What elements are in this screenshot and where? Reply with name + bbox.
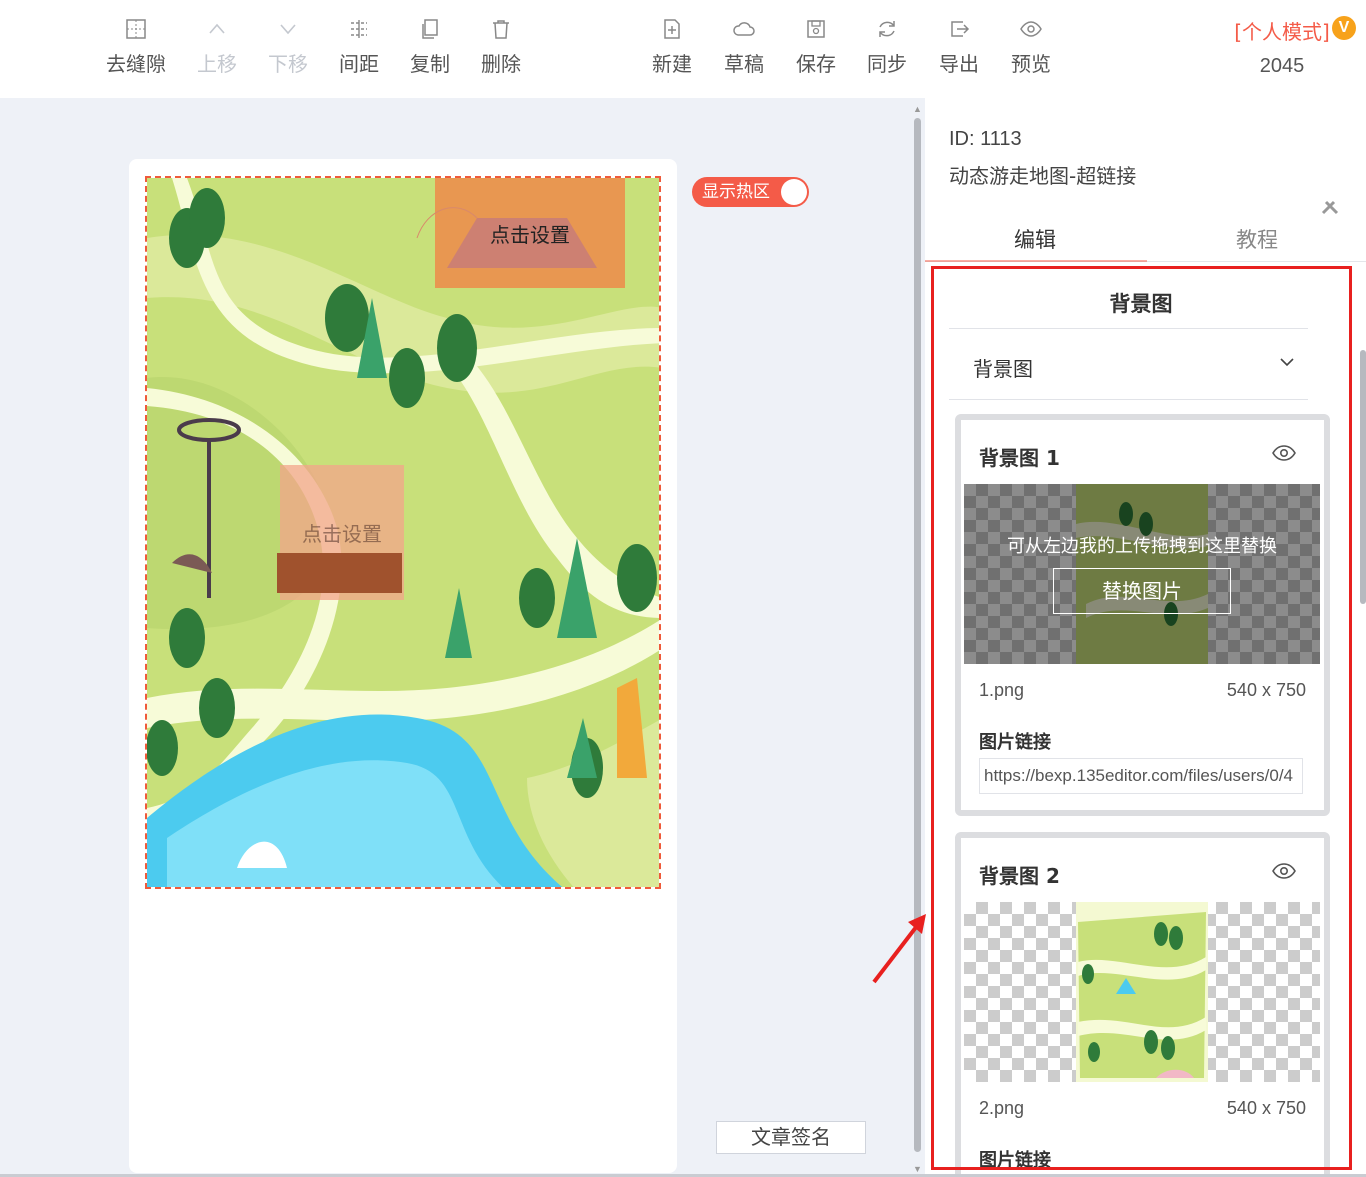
scroll-down-arrow[interactable]: ▼ — [913, 1164, 922, 1174]
spacing-button[interactable]: 间距 — [323, 16, 395, 82]
image-link-input[interactable]: https://bexp.135editor.com/files/users/0… — [979, 758, 1303, 794]
hotspot-1[interactable]: 点击设置 — [435, 178, 625, 288]
count-value: 2045 — [1259, 55, 1305, 77]
spacing-icon — [348, 16, 370, 42]
file-name: 1.png — [979, 680, 1025, 700]
card-title: 背景图 2 — [979, 864, 1060, 888]
draft-label: 草稿 — [724, 52, 764, 76]
draft-button[interactable]: 草稿 — [708, 16, 780, 82]
thumbnail-image — [1076, 902, 1208, 1082]
save-icon — [805, 16, 827, 42]
copy-icon — [419, 16, 441, 42]
trash-icon — [490, 16, 512, 42]
file-name: 2.png — [979, 1098, 1025, 1118]
save-label: 保存 — [796, 52, 836, 76]
cloud-icon — [732, 16, 756, 42]
spacing-label: 间距 — [339, 52, 379, 76]
move-down-label: 下移 — [268, 52, 308, 76]
image-thumbnail[interactable] — [964, 902, 1320, 1082]
tab-tutorial[interactable]: 教程 — [1147, 224, 1366, 254]
vip-badge: V — [1332, 16, 1356, 40]
eye-icon[interactable] — [1272, 444, 1296, 467]
mode-indicator[interactable]: [个人模式] V 2045 — [1222, 16, 1356, 78]
export-label: 导出 — [939, 52, 979, 76]
image-size: 540 x 750 — [1226, 1098, 1306, 1118]
top-toolbar: 去缝隙 上移 下移 间距 复制 删除 新建 草稿 保存 同步 导出 预览 [个人… — [0, 0, 1366, 98]
active-tab-underline — [925, 260, 1147, 262]
tab-edit[interactable]: 编辑 — [925, 224, 1145, 254]
panel-tabs: 编辑 教程 — [925, 218, 1366, 262]
template-id: ID: 1113 — [949, 128, 1022, 150]
section-title: 背景图 — [1109, 292, 1173, 316]
panel-scrollbar[interactable] — [1360, 262, 1366, 1172]
replace-image-button[interactable]: 替换图片 — [1053, 568, 1231, 614]
dropdown-label: 背景图 — [973, 357, 1033, 381]
image-link-label: 图片链接 — [979, 1150, 1051, 1171]
new-label: 新建 — [652, 52, 692, 76]
settings-panel: ID: 1113 动态游走地图-超链接 编辑 教程 背景图 背景图 背景图 1 — [925, 98, 1366, 1177]
background-card-1: 背景图 1 可从左边我的上传拖拽到这里替换 替换图片 1.png 540 x 7… — [955, 414, 1330, 816]
toggle-knob — [781, 179, 807, 205]
card-title: 背景图 1 — [979, 446, 1060, 470]
sync-label: 同步 — [867, 52, 907, 76]
move-up-label: 上移 — [197, 52, 237, 76]
remove-gap-button[interactable]: 去缝隙 — [100, 16, 172, 82]
template-name: 动态游走地图-超链接 — [949, 164, 1137, 188]
eye-icon[interactable] — [1272, 862, 1296, 885]
grid-icon — [125, 16, 147, 42]
new-file-icon — [661, 16, 683, 42]
preview-button[interactable]: 预览 — [995, 16, 1067, 82]
mode-label: [个人模式] — [1234, 20, 1330, 44]
copy-label: 复制 — [410, 52, 450, 76]
background-dropdown[interactable]: 背景图 — [949, 328, 1308, 400]
sync-icon — [876, 16, 898, 42]
drag-replace-tip: 可从左边我的上传拖拽到这里替换 — [1007, 536, 1277, 557]
move-down-button[interactable]: 下移 — [252, 16, 324, 82]
hotspot-2[interactable]: 点击设置 — [280, 465, 404, 600]
scrollbar-thumb[interactable] — [914, 118, 921, 1152]
save-button[interactable]: 保存 — [780, 16, 852, 82]
image-size: 540 x 750 — [1226, 680, 1306, 700]
chevron-down-icon — [277, 16, 299, 42]
toggle-label: 显示热区 — [702, 182, 770, 202]
export-icon — [948, 16, 970, 42]
editor-scrollbar[interactable]: ▲ ▼ — [913, 104, 922, 1174]
remove-gap-label: 去缝隙 — [106, 52, 166, 76]
export-button[interactable]: 导出 — [923, 16, 995, 82]
eye-icon — [1019, 16, 1043, 42]
show-hotspots-toggle[interactable]: 显示热区 — [692, 177, 809, 207]
copy-button[interactable]: 复制 — [394, 16, 466, 82]
preview-label: 预览 — [1011, 52, 1051, 76]
chevron-down-icon — [1278, 353, 1296, 376]
annotation-arrow-icon — [872, 914, 926, 984]
delete-button[interactable]: 删除 — [465, 16, 537, 82]
new-button[interactable]: 新建 — [636, 16, 708, 82]
article-signature-button[interactable]: 文章签名 — [716, 1121, 866, 1154]
image-link-label: 图片链接 — [979, 732, 1051, 753]
background-card-2: 背景图 2 2.png 540 x 750 图片链接 — [955, 832, 1330, 1177]
panel-scrollbar-thumb[interactable] — [1360, 350, 1366, 604]
map-illustration[interactable]: 点击设置 点击设置 — [145, 176, 661, 889]
move-up-button[interactable]: 上移 — [181, 16, 253, 82]
scroll-up-arrow[interactable]: ▲ — [913, 104, 922, 114]
delete-label: 删除 — [481, 52, 521, 76]
image-thumbnail[interactable]: 可从左边我的上传拖拽到这里替换 替换图片 — [964, 484, 1320, 664]
chevron-up-icon — [206, 16, 228, 42]
sync-button[interactable]: 同步 — [851, 16, 923, 82]
editor-canvas: 点击设置 点击设置 — [129, 159, 677, 1173]
